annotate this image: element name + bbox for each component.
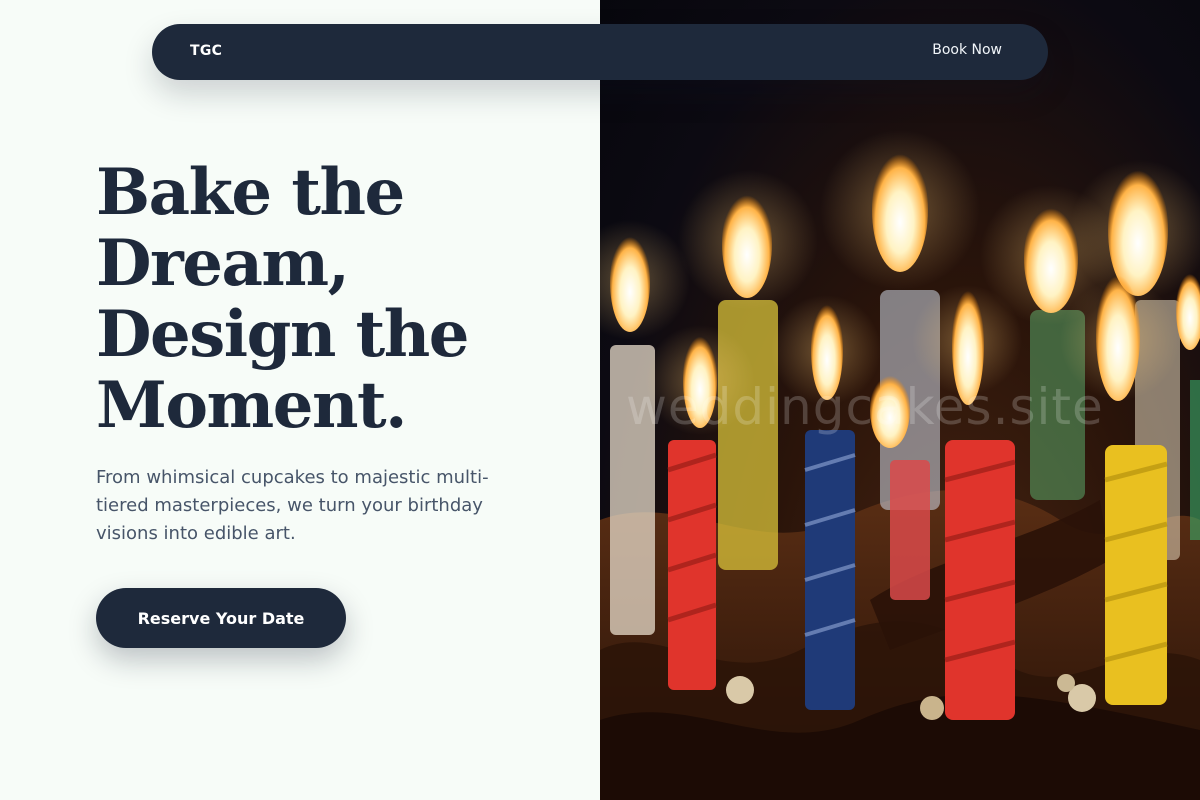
book-now-link[interactable]: Book Now [932, 42, 1002, 58]
hero-subtitle: From whimsical cupcakes to majestic mult… [96, 467, 489, 544]
hero-title-line: Moment. [96, 368, 407, 443]
hero-title-line: Bake the [96, 155, 405, 230]
reserve-date-button[interactable]: Reserve Your Date [96, 588, 346, 648]
top-navbar: TGC Book Now [152, 24, 1048, 80]
brand-logo[interactable]: TGC [190, 43, 222, 59]
hero-left-panel: Bake the Dream, Design the Moment. From … [0, 0, 600, 800]
birthday-cake-candles-image [600, 130, 1200, 800]
hero-image: weddingcakes.site [600, 0, 1200, 800]
hero-title-line: Design the [96, 297, 469, 372]
hero-title-line: Dream, [96, 226, 350, 301]
hero-title: Bake the Dream, Design the Moment. [96, 157, 556, 441]
